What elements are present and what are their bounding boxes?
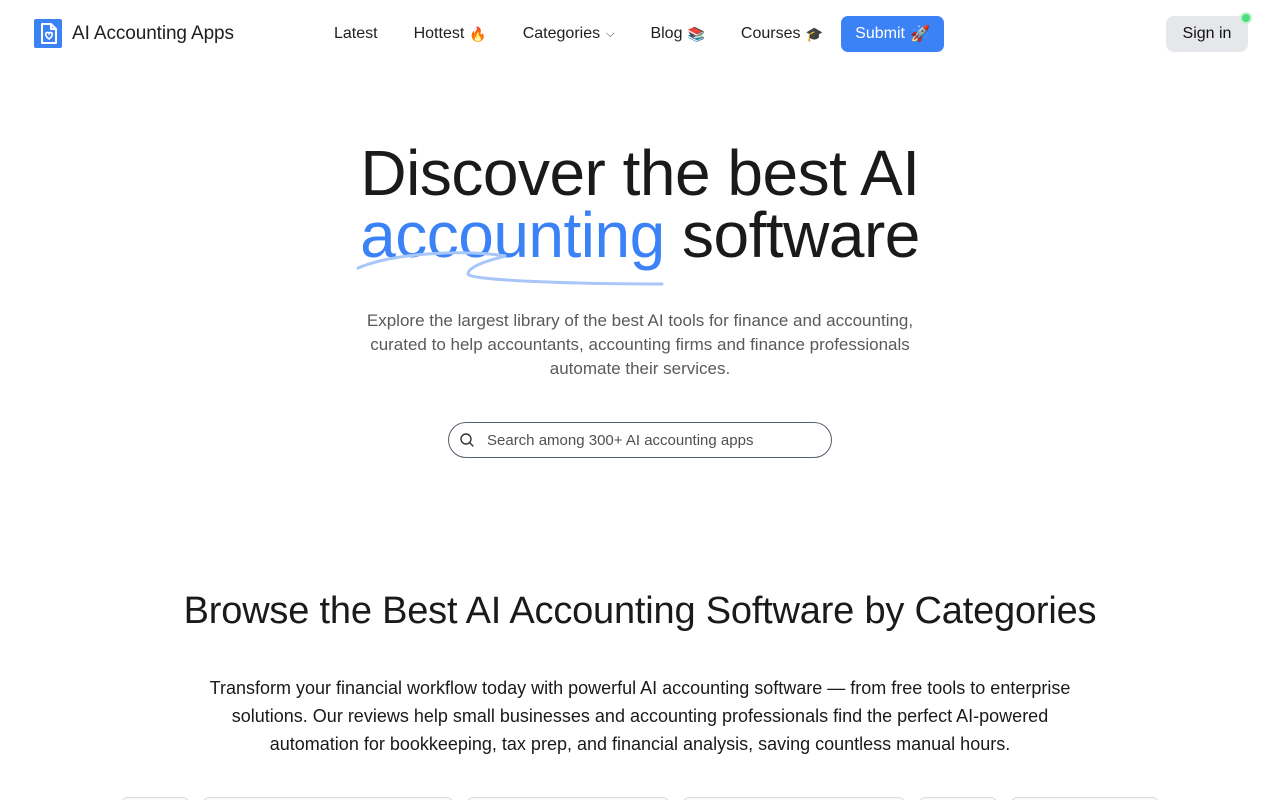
nav-hottest[interactable]: Hottest 🔥 — [414, 16, 487, 52]
search-icon — [460, 433, 474, 447]
sign-in-button[interactable]: Sign in — [1166, 16, 1248, 52]
brand-logo-link[interactable]: AI Accounting Apps — [34, 19, 234, 48]
nav-categories-dropdown[interactable]: Categories ⌵ — [523, 16, 615, 52]
top-navbar: AI Accounting Apps Latest Hottest 🔥 Cate… — [0, 0, 1280, 68]
hero-title-rest: software — [681, 199, 920, 271]
nav-blog-label: Blog — [650, 25, 683, 42]
document-heart-icon — [34, 19, 62, 48]
hero-subtitle: Explore the largest library of the best … — [366, 311, 914, 378]
brand-name: AI Accounting Apps — [72, 22, 234, 44]
graduation-cap-icon: 🎓 — [805, 25, 823, 42]
categories-section-description: Transform your financial workflow today … — [209, 678, 1071, 754]
primary-nav: Latest Hottest 🔥 Categories ⌵ Blog 📚 Cou… — [334, 16, 823, 52]
books-icon: 📚 — [687, 25, 705, 42]
submit-label: Submit — [855, 25, 905, 42]
fire-icon: 🔥 — [469, 25, 487, 42]
search-bar[interactable] — [448, 422, 832, 458]
nav-blog[interactable]: Blog 📚 — [650, 16, 704, 52]
rocket-icon: 🚀 — [909, 26, 930, 43]
status-indicator-dot — [1240, 12, 1252, 24]
chevron-down-icon: ⌵ — [606, 27, 615, 40]
categories-section-title: Browse the Best AI Accounting Software b… — [183, 590, 1097, 632]
nav-latest-label: Latest — [334, 25, 378, 42]
underline-squiggle-decoration — [356, 251, 664, 286]
nav-latest[interactable]: Latest — [334, 16, 378, 52]
nav-categories-label: Categories — [522, 25, 601, 42]
submit-button[interactable]: Submit 🚀 — [841, 16, 944, 52]
nav-hottest-label: Hottest — [413, 25, 465, 42]
search-input[interactable] — [487, 431, 807, 449]
nav-courses-label: Courses — [740, 25, 801, 42]
nav-courses[interactable]: Courses 🎓 — [741, 16, 823, 52]
